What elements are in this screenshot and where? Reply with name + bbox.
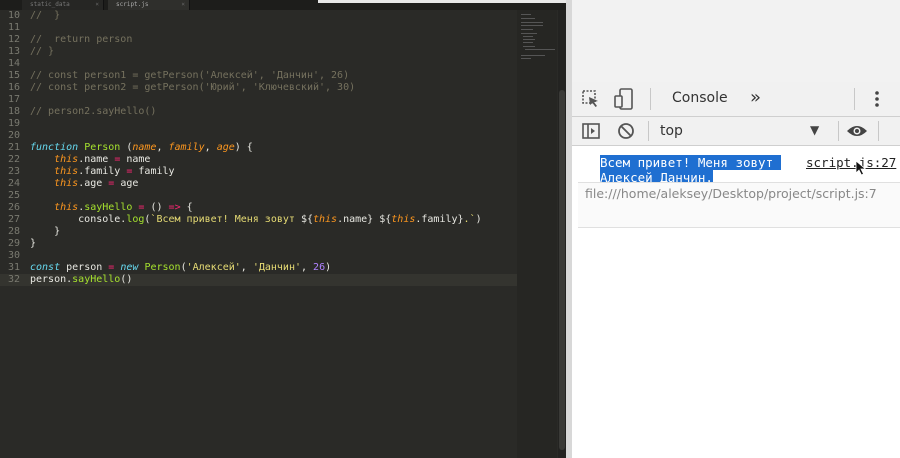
toolbar-separator	[854, 88, 855, 110]
console-filter-bar: top ▼	[572, 117, 900, 146]
line-number: 26	[7, 202, 20, 213]
tab-label: static_data	[30, 1, 70, 8]
code-line[interactable]: this.family = family	[30, 166, 174, 178]
minimap-line	[521, 29, 533, 30]
code-line[interactable]: function Person (name, family, age) {	[30, 142, 253, 154]
editor-scrollbar[interactable]	[558, 10, 566, 458]
line-number: 19	[7, 118, 20, 129]
minimap-line	[523, 36, 533, 37]
tab-script-js[interactable]: script.js ×	[108, 0, 190, 10]
code-line[interactable]: // return person	[30, 34, 132, 46]
show-sidebar-icon[interactable]	[582, 122, 600, 140]
code-line[interactable]: // const person1 = getPerson('Алексей', …	[30, 70, 349, 82]
console-log-message[interactable]: Всем привет! Меня зовут Алексей Данчин.	[600, 155, 781, 185]
toolbar-separator	[838, 121, 839, 141]
line-number: 16	[7, 82, 20, 93]
minimap-line	[525, 49, 555, 50]
line-number: 15	[7, 70, 20, 81]
minimap-line	[521, 18, 535, 19]
minimap-line	[521, 33, 537, 34]
eye-icon[interactable]	[846, 123, 868, 139]
tab-console-label: Console	[672, 90, 728, 106]
code-line[interactable]: // const person2 = getPerson('Юрий', 'Кл…	[30, 82, 355, 94]
toolbar-separator	[648, 121, 649, 141]
code-line[interactable]: // person2.sayHello()	[30, 106, 156, 118]
code-line[interactable]: this.age = age	[30, 178, 138, 190]
line-number: 20	[7, 130, 20, 141]
line-number: 14	[7, 58, 20, 69]
close-icon[interactable]: ×	[181, 0, 185, 10]
code-line[interactable]: // }	[30, 46, 54, 58]
devtools-toolbar: Console »	[572, 82, 900, 117]
close-icon[interactable]: ×	[95, 0, 99, 10]
minimap-line	[523, 46, 535, 47]
toolbar-separator	[878, 121, 879, 141]
tab-static-data[interactable]: static_data ×	[22, 0, 104, 10]
more-tabs-icon[interactable]: »	[750, 87, 761, 108]
tab-console[interactable]: Console	[662, 82, 740, 116]
line-number: 12	[7, 34, 20, 45]
code-line[interactable]: const person = new Person('Алексей', 'Да…	[30, 262, 331, 274]
toolbar-separator	[650, 88, 651, 110]
mouse-cursor-icon	[855, 160, 867, 180]
code-line[interactable]: }	[30, 226, 60, 238]
line-number: 27	[7, 214, 20, 225]
minimap-line	[521, 22, 543, 23]
line-number: 28	[7, 226, 20, 237]
line-number: 11	[7, 22, 20, 33]
window-title-edge	[318, 0, 566, 3]
message-line-1: Всем привет! Меня зовут	[600, 155, 781, 170]
context-selector-value: top	[660, 123, 683, 139]
code-line[interactable]: }	[30, 238, 36, 250]
code-line[interactable]: // }	[30, 10, 60, 22]
code-line[interactable]: this.name = name	[30, 154, 150, 166]
tab-label: script.js	[116, 1, 149, 8]
context-selector[interactable]: top ▼	[656, 119, 826, 143]
minimap-line	[523, 39, 535, 40]
clear-console-icon[interactable]	[617, 122, 635, 140]
line-number: 18	[7, 106, 20, 117]
source-tooltip-text: file:///home/aleksey/Desktop/project/scr…	[585, 186, 877, 201]
minimap[interactable]	[517, 10, 557, 458]
code-line[interactable]: this.sayHello = () => {	[30, 202, 193, 214]
chevron-down-icon: ▼	[810, 123, 820, 137]
line-number: 30	[7, 250, 20, 261]
more-options-icon[interactable]	[874, 90, 880, 108]
device-toolbar-icon[interactable]	[614, 88, 634, 110]
minimap-line	[521, 14, 531, 15]
line-number: 21	[7, 142, 20, 153]
line-number: 23	[7, 166, 20, 177]
code-editor[interactable]: static_data × script.js × 10 11 12 13 14 15 16 17…	[0, 0, 566, 458]
line-number: 32	[7, 274, 20, 285]
inspect-element-icon[interactable]	[582, 90, 600, 108]
code-line[interactable]: person.sayHello()	[30, 274, 132, 286]
minimap-line	[521, 25, 543, 26]
line-number-gutter: 10 11 12 13 14 15 16 17 18 19 20 21 22 23 24 25 26 27 28 29…	[0, 10, 26, 458]
scrollbar-thumb[interactable]	[559, 90, 565, 450]
line-number: 24	[7, 178, 20, 189]
message-source-link[interactable]: script.js:27	[806, 155, 896, 170]
minimap-line	[521, 58, 531, 59]
code-line[interactable]: console.log(`Всем привет! Меня зовут ${t…	[30, 214, 481, 226]
line-number: 13	[7, 46, 20, 57]
line-number: 22	[7, 154, 20, 165]
line-number: 25	[7, 190, 20, 201]
line-number: 10	[7, 10, 20, 21]
minimap-line	[521, 55, 545, 56]
line-number: 29	[7, 238, 20, 249]
line-number: 31	[7, 262, 20, 273]
line-number: 17	[7, 94, 20, 105]
minimap-line	[523, 42, 533, 43]
